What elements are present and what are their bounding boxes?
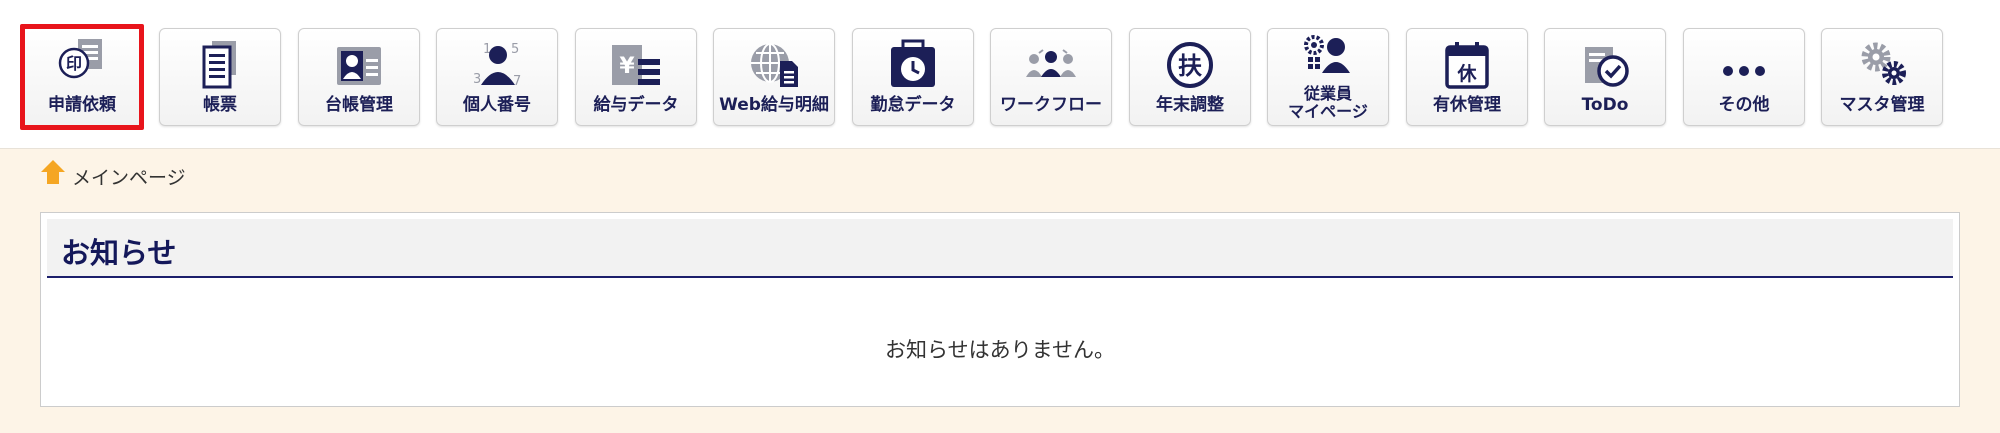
people-flow-icon: [1026, 49, 1076, 77]
svg-text:¥: ¥: [619, 54, 635, 79]
id-card-icon: [337, 47, 381, 85]
toolbar-label: ToDo: [1581, 95, 1629, 115]
toolbar-button-employee-mypage[interactable]: 従業員 マイページ: [1267, 28, 1389, 126]
gears-icon: [1861, 42, 1906, 85]
notice-empty-message: お知らせはありません。: [885, 338, 1115, 362]
home-icon[interactable]: [40, 159, 66, 185]
notice-title: お知らせ: [61, 236, 177, 270]
svg-text:7: 7: [513, 74, 521, 89]
stamp-request-icon: 印: [58, 39, 102, 79]
toolbar-label: 従業員 マイページ: [1288, 84, 1368, 121]
toolbar-label: マスタ管理: [1839, 95, 1925, 115]
toolbar-label: ワークフロー: [1000, 95, 1102, 115]
toolbar-button-other[interactable]: その他: [1683, 28, 1805, 126]
toolbar-button-application-request[interactable]: 印 申請依頼: [20, 24, 144, 130]
toolbar-button-workflow[interactable]: ワークフロー: [990, 28, 1112, 126]
main-toolbar: 印 申請依頼 帳票 台帳管理 1 5 3 7 個人番号 ¥ 給与データ Web給…: [0, 0, 2000, 149]
more-dots-icon: [1723, 66, 1765, 76]
toolbar-label: その他: [1718, 95, 1770, 115]
main-content: メインページ お知らせ お知らせはありません。: [0, 149, 2000, 433]
employee-gear-icon: [1304, 35, 1350, 73]
toolbar-button-personal-number[interactable]: 1 5 3 7 個人番号: [436, 28, 558, 126]
toolbar-label: 年末調整: [1156, 95, 1224, 115]
toolbar-label: Web給与明細: [719, 95, 829, 115]
toolbar-label: 給与データ: [593, 95, 679, 115]
svg-text:5: 5: [511, 42, 519, 57]
notice-panel-header: お知らせ: [47, 219, 1953, 278]
calendar-icon: 休: [1445, 42, 1489, 89]
person-number-icon: 1 5 3 7: [473, 42, 521, 89]
toolbar-button-attendance-data[interactable]: 勤怠データ: [852, 28, 974, 126]
toolbar-button-todo[interactable]: ToDo: [1544, 28, 1666, 126]
toolbar-button-paid-leave[interactable]: 休 有休管理: [1406, 28, 1528, 126]
toolbar-button-master-management[interactable]: マスタ管理: [1821, 28, 1943, 126]
toolbar-label: 帳票: [203, 95, 237, 115]
todo-check-icon: [1585, 47, 1629, 87]
documents-icon: [202, 41, 236, 89]
toolbar-label: 申請依頼: [48, 95, 116, 115]
svg-text:扶: 扶: [1178, 52, 1202, 80]
toolbar-label: 台帳管理: [325, 95, 393, 115]
toolbar-button-forms[interactable]: 帳票: [159, 28, 281, 126]
toolbar-button-ledger[interactable]: 台帳管理: [298, 28, 420, 126]
svg-text:3: 3: [473, 72, 481, 87]
toolbar-label: 勤怠データ: [870, 95, 956, 115]
yen-list-icon: ¥: [612, 45, 660, 85]
toolbar-button-web-payslip[interactable]: Web給与明細: [713, 28, 835, 126]
breadcrumb-main-page[interactable]: メインページ: [72, 163, 186, 190]
circle-character-icon: 扶: [1167, 42, 1213, 88]
svg-text:休: 休: [1456, 63, 1477, 85]
toolbar-label: 有休管理: [1433, 95, 1501, 115]
toolbar-label: 個人番号: [463, 95, 531, 115]
globe-document-icon: [751, 43, 798, 87]
toolbar-button-payroll-data[interactable]: ¥ 給与データ: [575, 28, 697, 126]
notice-panel: お知らせ お知らせはありません。: [40, 212, 1960, 407]
clock-calendar-icon: [891, 39, 935, 87]
svg-text:印: 印: [66, 54, 82, 73]
toolbar-button-year-end-adjustment[interactable]: 扶 年末調整: [1129, 28, 1251, 126]
